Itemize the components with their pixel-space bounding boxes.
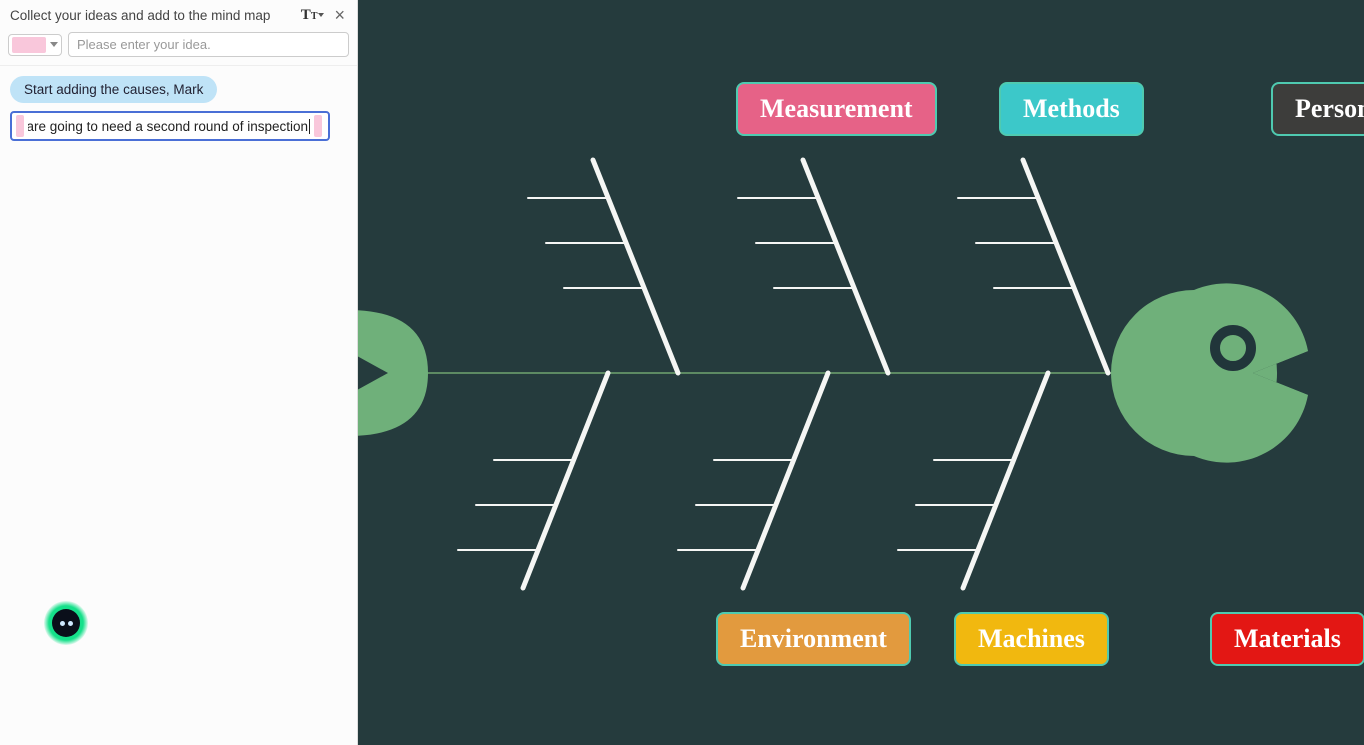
idea-input-row — [0, 28, 357, 66]
category-machines[interactable]: Machines — [954, 612, 1109, 666]
category-measurement[interactable]: Measurement — [736, 82, 937, 136]
category-methods[interactable]: Methods — [999, 82, 1144, 136]
category-personnel[interactable]: Personnel — [1271, 82, 1364, 136]
bone-measurement — [528, 160, 678, 373]
bone-environment — [458, 373, 608, 588]
chevron-down-icon — [50, 42, 58, 47]
ideas-list: Start adding the causes, Mark nes are go… — [0, 66, 357, 151]
text-style-icon[interactable]: TT — [301, 7, 325, 24]
bone-methods — [738, 160, 888, 373]
idea-item[interactable]: Start adding the causes, Mark — [10, 76, 217, 103]
idea-input[interactable] — [68, 32, 349, 57]
color-swatch-icon — [16, 115, 24, 137]
color-swatch-icon — [12, 37, 46, 53]
robot-icon — [52, 609, 80, 637]
category-materials[interactable]: Materials — [1210, 612, 1364, 666]
sidebar-header: Collect your ideas and add to the mind m… — [0, 0, 357, 28]
idea-item-editing[interactable]: nes are going to need a second round of … — [10, 111, 330, 141]
bone-personnel — [958, 160, 1108, 373]
diagram-canvas[interactable]: Measurement Methods Personnel Environmen… — [358, 0, 1364, 745]
category-environment[interactable]: Environment — [716, 612, 911, 666]
assistant-bot-button[interactable] — [44, 601, 88, 645]
bone-materials — [898, 373, 1048, 588]
fish-head-icon — [1111, 283, 1308, 462]
color-picker[interactable] — [8, 34, 62, 56]
fish-tail-icon — [358, 310, 428, 436]
bone-machines — [678, 373, 828, 588]
sidebar-title: Collect your ideas and add to the mind m… — [10, 8, 293, 23]
close-icon[interactable]: × — [332, 6, 347, 24]
sidebar: Collect your ideas and add to the mind m… — [0, 0, 358, 745]
idea-edit-text[interactable]: nes are going to need a second round of … — [28, 119, 310, 134]
color-swatch-icon — [314, 115, 322, 137]
